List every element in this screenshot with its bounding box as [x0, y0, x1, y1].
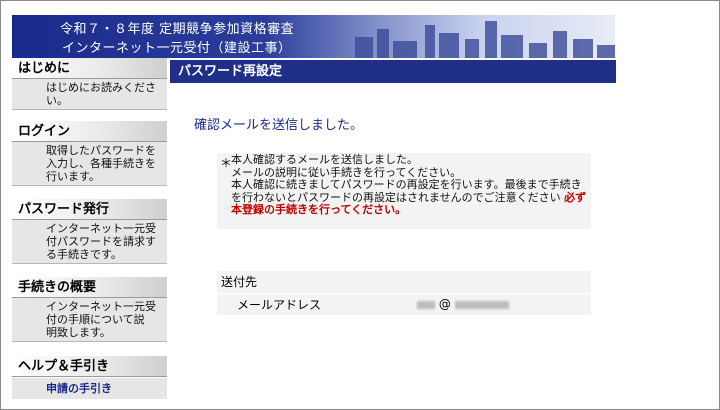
sidebar-link-manual[interactable]: 申請の手引き	[12, 378, 167, 399]
redacted-name	[417, 300, 435, 309]
email-value: @	[417, 297, 509, 311]
email-row: メールアドレス @	[217, 294, 591, 315]
sidebar-heading-overview[interactable]: 手続きの概要	[12, 277, 167, 298]
header-title-line2: インターネット一元受付（建設工事）	[62, 41, 292, 56]
notice-text: 本人確認するメールを送信しました。 メールの説明に従い手続きを行ってください。 …	[231, 153, 589, 217]
sidebar-desc-intro[interactable]: はじめにお読みくださ い。	[12, 79, 167, 110]
site-header: 令和７・８年度 定期競争参加資格審査 インターネット一元受付（建設工事）	[12, 15, 615, 58]
email-at-sign: @	[438, 297, 451, 311]
sidebar-desc-password-issue[interactable]: インターネット一元受 付パスワードを請求す る手続きです。	[12, 220, 167, 264]
destination-heading: 送付先	[217, 271, 591, 293]
confirmation-message: 確認メールを送信しました。	[194, 118, 364, 133]
sidebar-desc-overview[interactable]: インターネット一元受 付の手順について説 明致します。	[12, 298, 167, 342]
sidebar: はじめに はじめにお読みくださ い。 ログイン 取得したパスワードを 入力し、各…	[12, 58, 167, 403]
header-title-line1: 令和７・８年度 定期競争参加資格審査	[60, 22, 295, 37]
page-title: パスワード再設定	[170, 60, 616, 83]
email-label: メールアドレス	[237, 298, 322, 312]
sidebar-heading-help[interactable]: ヘルプ＆手引き	[12, 356, 167, 377]
notice-box: ＊ 本人確認するメールを送信しました。 メールの説明に従い手続きを行ってください…	[217, 153, 591, 229]
city-skyline-image	[355, 21, 615, 58]
sidebar-heading-password-issue[interactable]: パスワード発行	[12, 199, 167, 220]
sidebar-heading-login[interactable]: ログイン	[12, 121, 167, 142]
sidebar-heading-intro[interactable]: はじめに	[12, 58, 167, 79]
notice-body: 本人確認するメールを送信しました。 メールの説明に従い手続きを行ってください。 …	[231, 153, 582, 204]
destination-table: 送付先 メールアドレス @	[217, 271, 591, 315]
redacted-domain	[454, 300, 509, 309]
sidebar-desc-login[interactable]: 取得したパスワードを 入力し、各種手続きを 行います。	[12, 142, 167, 186]
